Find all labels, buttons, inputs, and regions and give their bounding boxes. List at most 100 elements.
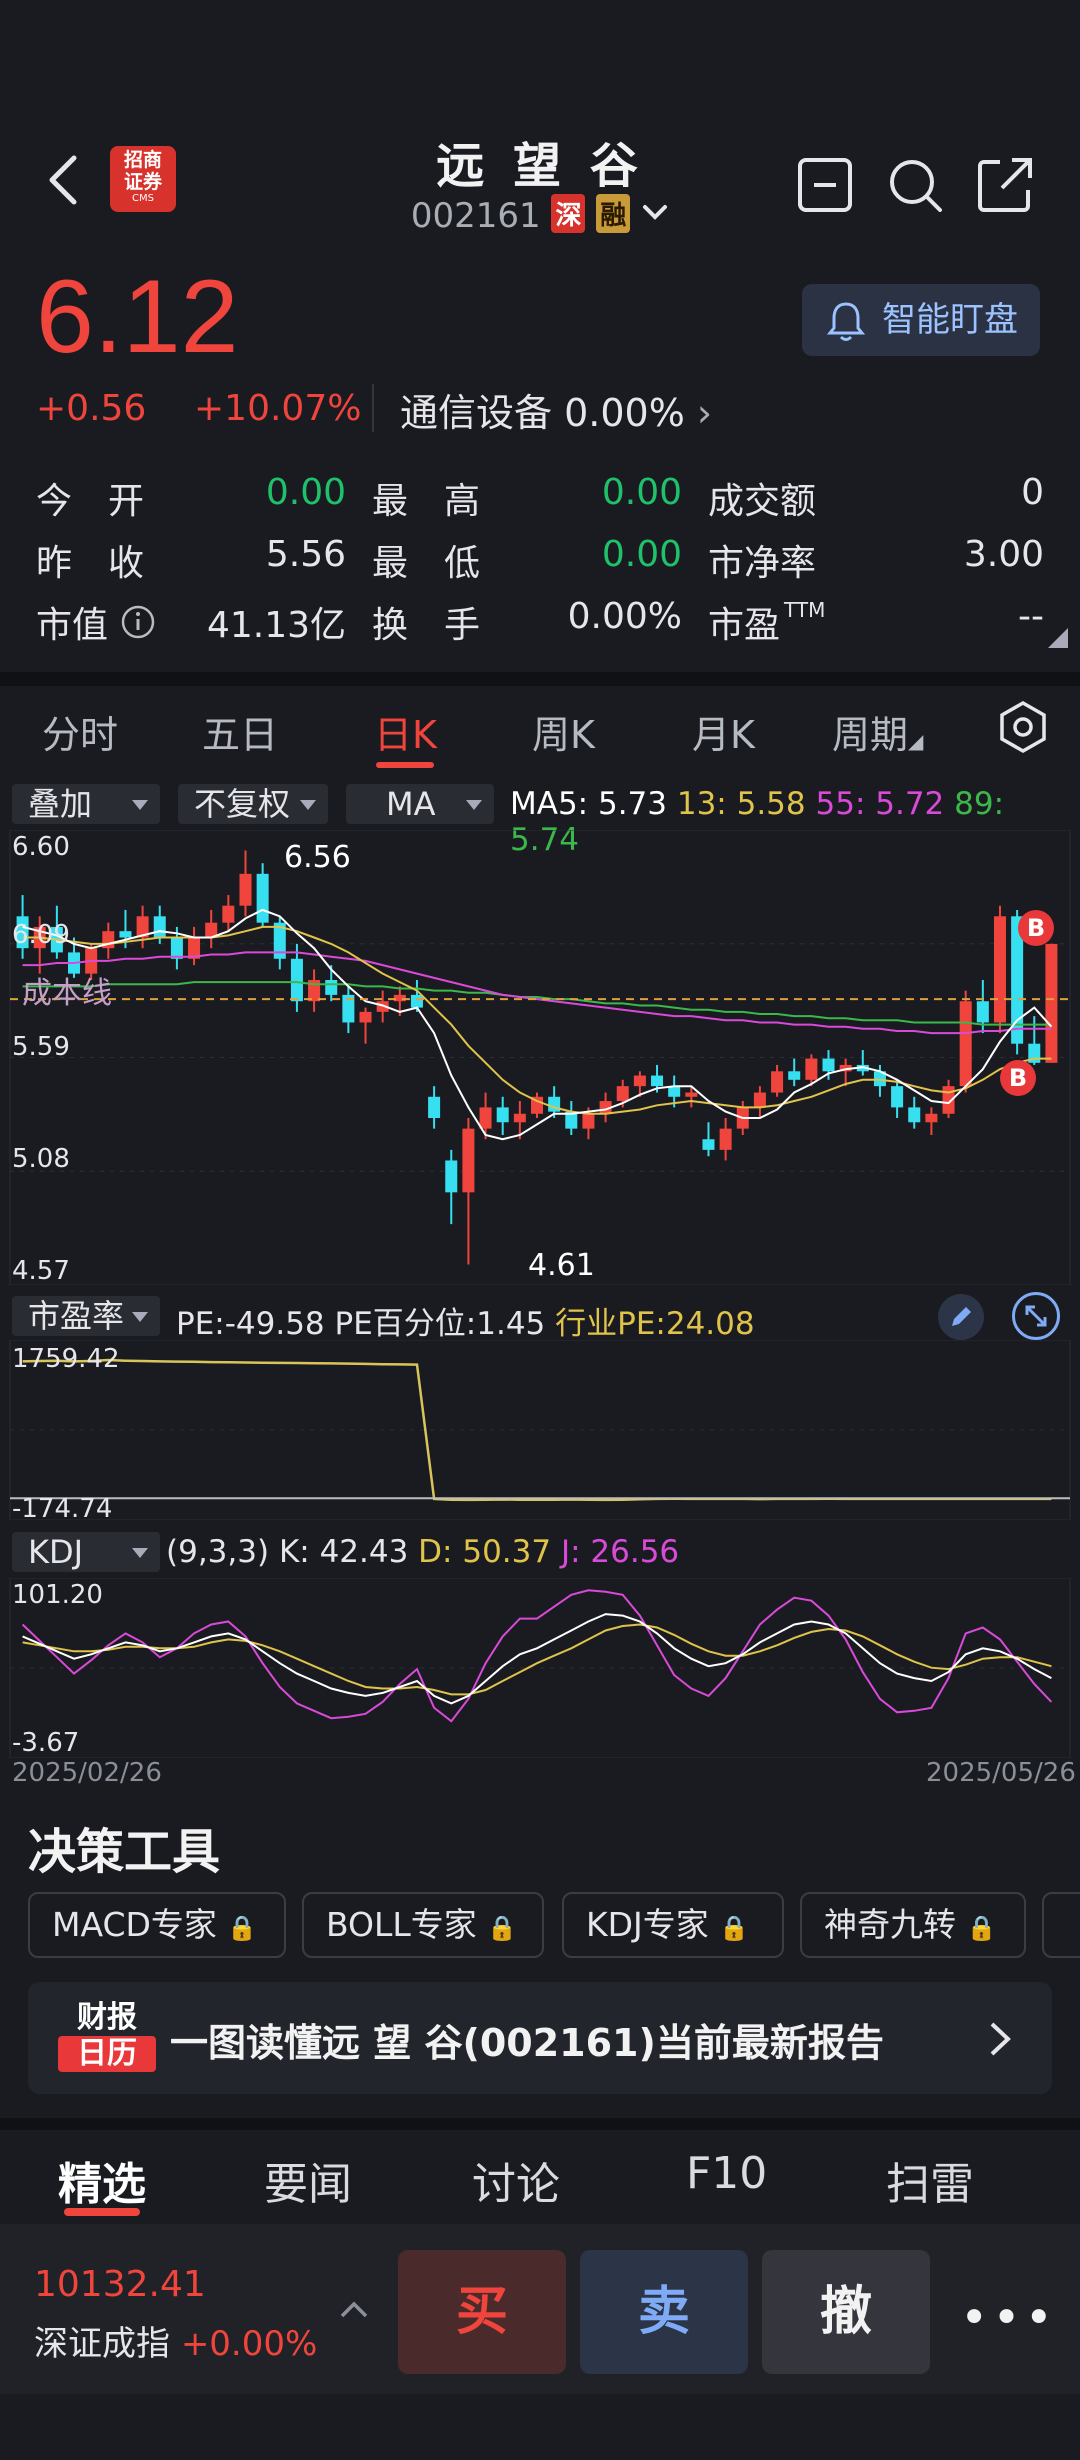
candle-body [170, 937, 183, 959]
search-icon[interactable] [880, 150, 950, 220]
settings-hex-icon[interactable] [998, 700, 1048, 754]
candle-body [325, 980, 338, 995]
adjust-select[interactable]: 不复权 [178, 784, 328, 824]
tool-more-partial[interactable] [1042, 1892, 1080, 1958]
stats-row-1: 今 开 0.00 最 高 0.00 成交额 0 [36, 472, 1044, 522]
candle-body [753, 1092, 766, 1108]
candle-body [719, 1128, 732, 1150]
sector-link[interactable]: 通信设备 0.00% › [400, 382, 712, 437]
smart-monitor-button[interactable]: 智能盯盘 [802, 284, 1040, 356]
kdj-select[interactable]: KDJ [12, 1532, 160, 1572]
price-change: +0.56 [36, 388, 147, 429]
candle-body [771, 1071, 784, 1093]
share-icon[interactable] [970, 150, 1040, 220]
candle-body [153, 916, 166, 938]
tab-weekly-k[interactable]: 周K [532, 704, 595, 759]
tab-f10[interactable]: F10 [686, 2148, 767, 2199]
tab-daily-k[interactable]: 日K [374, 704, 437, 759]
triangle-icon: ◢ [908, 729, 924, 753]
index-name-row[interactable]: 深证成指 +0.00% [34, 2316, 317, 2365]
candle-body [222, 905, 235, 923]
candle-body [119, 931, 132, 938]
report-text: 一图读懂远 望 谷(002161)当前最新报告 [170, 2021, 884, 2065]
candlestick-chart[interactable] [0, 830, 1080, 1285]
minus-box-icon[interactable] [790, 150, 860, 220]
tab-risk-scan[interactable]: 扫雷 [886, 2148, 974, 2212]
pencil-icon [952, 1307, 971, 1326]
date-start: 2025/02/26 [12, 1758, 162, 1788]
candle-body [445, 1160, 458, 1193]
exchange-badge: 深 [551, 194, 586, 233]
tab-intraday[interactable]: 分时 [42, 704, 118, 759]
tab-featured[interactable]: 精选 [58, 2148, 146, 2212]
tool-macd[interactable]: MACD专家 🔒 [28, 1892, 286, 1958]
candle-body [651, 1075, 664, 1087]
candle-body [805, 1058, 818, 1080]
tool-nine-turn[interactable]: 神奇九转 🔒 [800, 1892, 1026, 1958]
candle-body [702, 1139, 715, 1150]
pe-chart[interactable] [0, 1340, 1080, 1520]
kdj_d-line [22, 1623, 1052, 1696]
ma-select[interactable]: MA [346, 784, 494, 824]
tool-boll[interactable]: BOLL专家 🔒 [302, 1892, 544, 1958]
chevron-right-icon [990, 2022, 1011, 2056]
cancel-order-button[interactable]: 撤 [762, 2250, 930, 2374]
pe-select[interactable]: 市盈率 [12, 1296, 160, 1336]
high-mark: 6.56 [284, 840, 351, 875]
lock-icon: 🔒 [487, 1914, 518, 1942]
candle-body [1045, 943, 1058, 1063]
tab-5day[interactable]: 五日 [202, 704, 278, 759]
sell-button[interactable]: 卖 [580, 2250, 748, 2374]
tab-period[interactable]: 周期◢ [832, 704, 923, 759]
candle-body [513, 1113, 526, 1123]
tab-headlines[interactable]: 要闻 [264, 2148, 352, 2212]
lock-icon: 🔒 [966, 1914, 997, 1942]
candle-body [788, 1071, 801, 1080]
pe-line [22, 1358, 1052, 1502]
index-value[interactable]: 10132.41 [34, 2264, 206, 2305]
candle-body [239, 873, 252, 906]
candle-body [290, 958, 303, 1002]
candle-body [925, 1113, 938, 1123]
edit-icon[interactable] [938, 1294, 984, 1340]
margin-badge: 融 [596, 194, 631, 233]
news-tab-indicator [64, 2208, 140, 2216]
tab-monthly-k[interactable]: 月K [692, 704, 755, 759]
chevron-up-icon[interactable] [338, 2298, 370, 2320]
stats-row-3: 市值 41.13亿 换 手 0.00% 市盈 TTM -- [36, 596, 1044, 646]
low-mark: 4.61 [528, 1248, 595, 1283]
date-end: 2025/05/26 [926, 1758, 1076, 1788]
candle-body [959, 1001, 972, 1087]
info-icon[interactable] [120, 604, 156, 640]
kdj_k-line [22, 1613, 1052, 1705]
buy-marker-bottom[interactable]: B [1000, 1060, 1036, 1096]
candle-body [359, 1011, 372, 1023]
candle-body [616, 1086, 629, 1102]
tool-kdj[interactable]: KDJ专家 🔒 [562, 1892, 784, 1958]
y-tick-bottom: 4.57 [12, 1256, 70, 1286]
overlay-select[interactable]: 叠加 [12, 784, 160, 824]
kdj-y-bottom: -3.67 [12, 1728, 80, 1758]
candle-body [685, 1092, 698, 1097]
stats-row-2: 昨 收 5.56 最 低 0.00 市净率 3.00 [36, 534, 1044, 584]
buy-button[interactable]: 买 [398, 2250, 566, 2374]
candle-body [428, 1096, 441, 1119]
bell-icon [826, 302, 866, 341]
tab-discussion[interactable]: 讨论 [472, 2148, 560, 2212]
candle-body [479, 1107, 492, 1129]
more-icon[interactable]: ••• [960, 2290, 1057, 2346]
pe-legend: PE:-49.58 PE百分位:1.45 行业PE:24.08 [176, 1306, 755, 1342]
y-tick-2: 6.09 [12, 920, 70, 950]
kdj-chart[interactable] [0, 1578, 1080, 1758]
cost-line-label: 成本线 [22, 976, 112, 1011]
lock-icon: 🔒 [719, 1914, 750, 1942]
expand-icon[interactable] [1012, 1292, 1060, 1340]
y-tick-top: 6.60 [12, 832, 70, 862]
expand-corner-icon[interactable] [1048, 628, 1068, 648]
divider [372, 384, 374, 432]
candle-body [891, 1086, 904, 1108]
ma89-line [22, 981, 1052, 1026]
buy-marker-top[interactable]: B [1018, 910, 1054, 946]
current-price: 6.12 [36, 259, 239, 375]
kdj_j-line [21, 1589, 1053, 1723]
